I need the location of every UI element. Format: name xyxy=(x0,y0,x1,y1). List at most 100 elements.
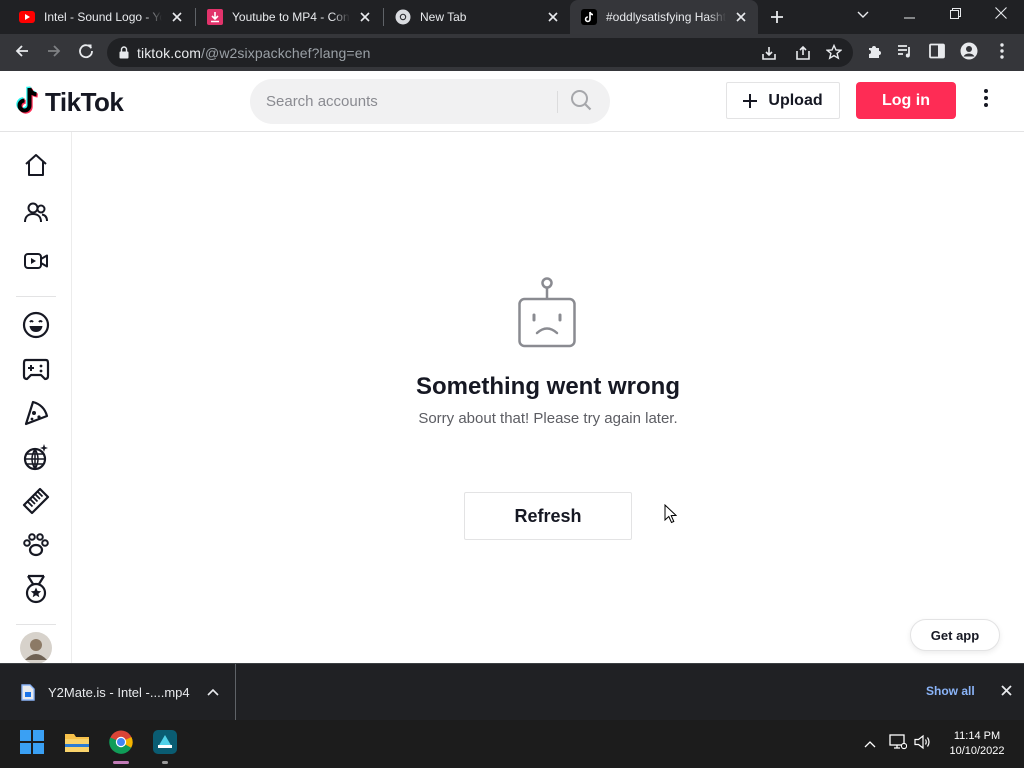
extensions-button[interactable] xyxy=(860,39,888,67)
close-window-button[interactable] xyxy=(978,0,1024,30)
clock-time: 11:14 PM xyxy=(953,730,1001,742)
person-icon xyxy=(960,42,978,65)
paw-icon xyxy=(22,531,50,564)
refresh-button[interactable]: Refresh xyxy=(464,492,632,540)
kebab-menu-icon xyxy=(984,88,988,112)
url-text: tiktok.com/@w2sixpackchef?lang=en xyxy=(137,45,370,61)
media-control-button[interactable] xyxy=(891,39,919,67)
running-app-indicator xyxy=(162,761,168,764)
sidebar-item-following[interactable] xyxy=(18,197,54,233)
chevron-up-icon xyxy=(864,735,876,753)
search-input[interactable] xyxy=(266,79,546,124)
more-options-button[interactable] xyxy=(974,88,998,112)
profile-button[interactable] xyxy=(955,39,983,67)
address-bar[interactable]: tiktok.com/@w2sixpackchef?lang=en xyxy=(107,38,853,67)
taskbar-app-editor[interactable] xyxy=(145,724,185,764)
start-button[interactable] xyxy=(12,724,52,764)
minimize-button[interactable] xyxy=(886,0,932,30)
pizza-icon xyxy=(22,399,50,432)
taskbar-clock[interactable]: 11:14 PM 10/10/2022 xyxy=(946,729,1008,759)
tiktok-logo[interactable]: TikTok xyxy=(16,85,124,120)
main-content: Something went wrong Sorry about that! P… xyxy=(72,132,1024,663)
search-bar xyxy=(250,79,610,124)
tiktok-note-icon xyxy=(16,85,42,120)
minimize-icon xyxy=(903,6,915,24)
comb-icon xyxy=(22,487,50,520)
reload-button[interactable] xyxy=(72,39,100,67)
speaker-icon xyxy=(914,734,932,755)
browser-tab-newtab[interactable]: New Tab xyxy=(384,0,570,34)
login-label: Log in xyxy=(882,91,930,109)
star-icon[interactable] xyxy=(826,44,842,60)
sad-robot-icon xyxy=(517,277,577,354)
sidebar-item-gaming[interactable] xyxy=(18,353,54,389)
medal-icon xyxy=(22,574,50,609)
home-icon xyxy=(23,152,49,183)
network-status-button[interactable] xyxy=(888,733,908,755)
close-icon xyxy=(995,6,1007,24)
sidebar-nav xyxy=(0,132,72,663)
browser-tab-tiktok-active[interactable]: #oddlysatisfying Hashtag xyxy=(570,0,758,34)
back-button[interactable] xyxy=(8,39,36,67)
error-title: Something went wrong xyxy=(416,373,680,400)
restore-button[interactable] xyxy=(932,0,978,30)
show-hidden-icons-button[interactable] xyxy=(860,734,880,754)
close-icon[interactable] xyxy=(542,6,564,28)
show-all-downloads-link[interactable]: Show all xyxy=(926,684,975,698)
taskbar-file-explorer[interactable] xyxy=(57,724,97,764)
close-icon[interactable] xyxy=(354,6,376,28)
sidebar-item-food[interactable] xyxy=(18,397,54,433)
taskbar-chrome[interactable] xyxy=(101,724,141,764)
download-file-name: Y2Mate.is - Intel -....mp4 xyxy=(48,685,190,700)
close-icon xyxy=(1000,683,1012,701)
following-icon xyxy=(23,200,49,231)
sidebar-item-animals[interactable] xyxy=(18,529,54,565)
side-panel-icon xyxy=(929,43,945,64)
disco-ball-icon xyxy=(22,443,50,476)
arrow-right-icon xyxy=(46,43,62,64)
folder-icon xyxy=(64,731,90,758)
chevron-up-icon[interactable] xyxy=(207,688,219,696)
sidebar-item-home[interactable] xyxy=(18,149,54,185)
restore-icon xyxy=(949,6,961,24)
browser-tab-converter[interactable]: Youtube to MP4 - Converter xyxy=(196,0,382,34)
mouse-cursor-icon xyxy=(664,503,678,529)
search-button[interactable] xyxy=(568,89,594,115)
tiktok-icon xyxy=(581,9,597,25)
close-download-shelf-button[interactable] xyxy=(995,681,1017,703)
sidebar-divider xyxy=(16,296,56,297)
close-icon[interactable] xyxy=(730,6,752,28)
close-icon[interactable] xyxy=(166,6,188,28)
sidebar-account-avatar[interactable] xyxy=(18,631,54,663)
side-panel-button[interactable] xyxy=(923,39,951,67)
browser-toolbar: tiktok.com/@w2sixpackchef?lang=en xyxy=(0,34,1024,71)
sidebar-item-dance[interactable] xyxy=(18,441,54,477)
active-app-indicator xyxy=(113,761,129,764)
install-app-icon[interactable] xyxy=(761,45,777,61)
tab-title: New Tab xyxy=(420,10,467,24)
browser-menu-button[interactable] xyxy=(988,39,1016,67)
network-icon xyxy=(889,733,908,755)
sidebar-item-comedy[interactable] xyxy=(18,309,54,345)
tab-search-button[interactable] xyxy=(840,0,886,30)
new-tab-button[interactable] xyxy=(765,5,789,29)
windows-taskbar: 11:14 PM 10/10/2022 xyxy=(0,720,1024,768)
lock-icon[interactable] xyxy=(119,46,129,59)
sidebar-item-beauty[interactable] xyxy=(18,485,54,521)
volume-button[interactable] xyxy=(913,734,933,754)
get-app-button[interactable]: Get app xyxy=(910,619,1000,651)
video-editor-icon xyxy=(153,729,177,759)
login-button[interactable]: Log in xyxy=(856,82,956,119)
browser-tab-youtube[interactable]: Intel - Sound Logo - YouTube xyxy=(8,0,194,34)
share-icon[interactable] xyxy=(795,45,811,61)
browser-tab-strip: Intel - Sound Logo - YouTube Youtube to … xyxy=(0,0,1024,34)
file-icon xyxy=(21,684,35,701)
upload-button[interactable]: Upload xyxy=(726,82,840,119)
avatar xyxy=(20,631,52,663)
forward-button[interactable] xyxy=(40,39,68,67)
download-item[interactable]: Y2Mate.is - Intel -....mp4 xyxy=(0,664,236,721)
puzzle-icon xyxy=(866,43,882,64)
sidebar-item-sports[interactable] xyxy=(18,573,54,609)
sidebar-item-live[interactable] xyxy=(18,245,54,281)
comedy-icon xyxy=(22,311,50,344)
